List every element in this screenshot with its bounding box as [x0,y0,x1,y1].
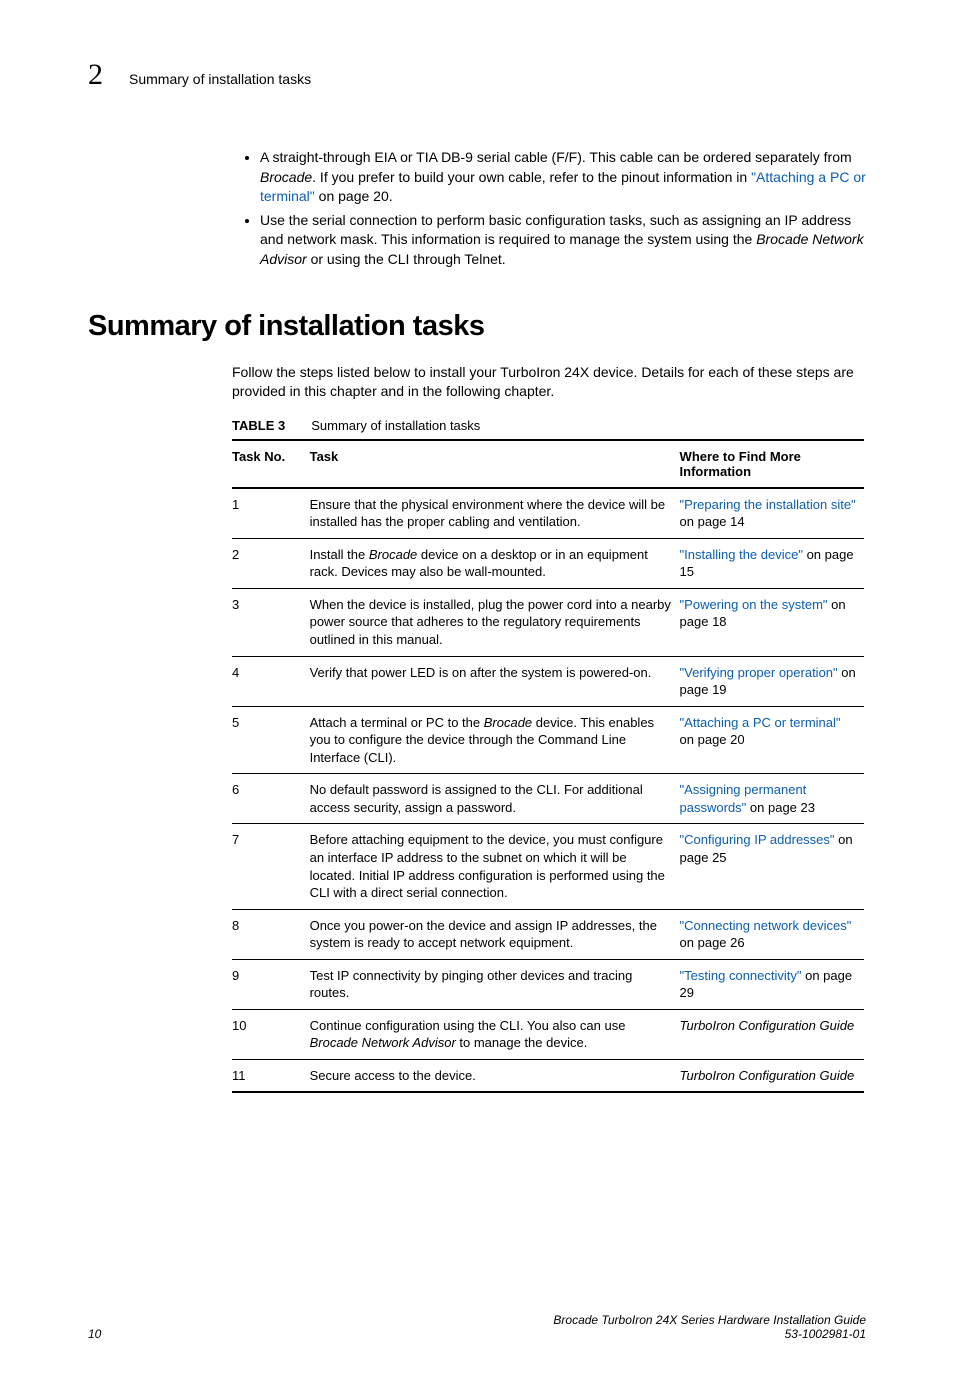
task-info: TurboIron Configuration Guide [680,1009,864,1059]
table-row: 1 Ensure that the physical environment w… [232,488,864,539]
task-desc: Ensure that the physical environment whe… [310,488,680,539]
task-info: "Testing connectivity" on page 29 [680,959,864,1009]
table-row: 3 When the device is installed, plug the… [232,588,864,656]
task-desc: Attach a terminal or PC to the Brocade d… [310,706,680,774]
task-number: 9 [232,959,310,1009]
table-row: 10 Continue configuration using the CLI.… [232,1009,864,1059]
brand-name: Brocade Network Advisor [310,1035,456,1050]
xref-link[interactable]: "Testing connectivity" [680,968,802,983]
table-row: 2 Install the Brocade device on a deskto… [232,538,864,588]
task-number: 6 [232,774,310,824]
table-row: 4 Verify that power LED is on after the … [232,656,864,706]
task-desc: Before attaching equipment to the device… [310,824,680,909]
bullet-item: A straight-through EIA or TIA DB-9 seria… [260,148,866,207]
task-desc: Test IP connectivity by pinging other de… [310,959,680,1009]
table-caption: TABLE 3 Summary of installation tasks [232,418,866,433]
running-header: 2 Summary of installation tasks [88,58,866,92]
task-number: 11 [232,1059,310,1092]
task-info: "Connecting network devices" on page 26 [680,909,864,959]
page-ref: on page 14 [680,514,745,529]
task-number: 5 [232,706,310,774]
xref-link[interactable]: "Powering on the system" [680,597,828,612]
table-row: 11 Secure access to the device. TurboIro… [232,1059,864,1092]
xref-link[interactable]: "Installing the device" [680,547,803,562]
table-caption-text: Summary of installation tasks [311,418,480,433]
brand-name: Brocade [484,715,532,730]
col-header-task-no: Task No. [232,440,310,488]
task-info: "Powering on the system" on page 18 [680,588,864,656]
task-info: "Attaching a PC or terminal" on page 20 [680,706,864,774]
bullet-text: on page 20. [315,188,393,204]
task-desc: When the device is installed, plug the p… [310,588,680,656]
task-info: "Verifying proper operation" on page 19 [680,656,864,706]
table-row: 7 Before attaching equipment to the devi… [232,824,864,909]
col-header-task: Task [310,440,680,488]
intro-paragraph: Follow the steps listed below to install… [232,363,866,402]
page-footer: 10 Brocade TurboIron 24X Series Hardware… [88,1313,866,1341]
page-ref: on page 26 [680,935,745,950]
table-header-row: Task No. Task Where to Find More Informa… [232,440,864,488]
table-row: 6 No default password is assigned to the… [232,774,864,824]
page-ref: on page 23 [746,800,815,815]
task-desc: Secure access to the device. [310,1059,680,1092]
task-desc: No default password is assigned to the C… [310,774,680,824]
task-desc: Once you power-on the device and assign … [310,909,680,959]
task-number: 1 [232,488,310,539]
xref-link[interactable]: "Preparing the installation site" [680,497,856,512]
bullet-text: A straight-through EIA or TIA DB-9 seria… [260,149,852,165]
installation-tasks-table: Task No. Task Where to Find More Informa… [232,439,864,1094]
page-number: 10 [88,1327,101,1341]
task-info: "Configuring IP addresses" on page 25 [680,824,864,909]
page: 2 Summary of installation tasks A straig… [0,0,954,1391]
task-number: 8 [232,909,310,959]
task-desc: Install the Brocade device on a desktop … [310,538,680,588]
task-number: 7 [232,824,310,909]
section-heading: Summary of installation tasks [88,310,866,343]
bullet-text: or using the CLI through Telnet. [307,251,506,267]
table-row: 5 Attach a terminal or PC to the Brocade… [232,706,864,774]
task-desc: Verify that power LED is on after the sy… [310,656,680,706]
brand-name: Brocade [369,547,417,562]
col-header-info: Where to Find More Information [680,440,864,488]
bullet-item: Use the serial connection to perform bas… [260,211,866,270]
task-info: "Installing the device" on page 15 [680,538,864,588]
task-info: "Preparing the installation site" on pag… [680,488,864,539]
task-number: 2 [232,538,310,588]
task-info: TurboIron Configuration Guide [680,1059,864,1092]
page-ref: on page 20 [680,732,745,747]
table-row: 8 Once you power-on the device and assig… [232,909,864,959]
table-row: 9 Test IP connectivity by pinging other … [232,959,864,1009]
table-label: TABLE 3 [232,418,285,433]
bullet-text: . If you prefer to build your own cable,… [312,169,751,185]
xref-link[interactable]: "Attaching a PC or terminal" [680,715,841,730]
task-number: 10 [232,1009,310,1059]
task-desc: Continue configuration using the CLI. Yo… [310,1009,680,1059]
intro-bullets: A straight-through EIA or TIA DB-9 seria… [244,148,866,270]
task-number: 4 [232,656,310,706]
task-number: 3 [232,588,310,656]
guide-title: Brocade TurboIron 24X Series Hardware In… [553,1313,866,1341]
xref-link[interactable]: "Verifying proper operation" [680,665,838,680]
xref-link[interactable]: "Configuring IP addresses" [680,832,835,847]
chapter-number: 2 [88,58,103,92]
xref-link[interactable]: "Connecting network devices" [680,918,852,933]
brand-name: Brocade [260,169,312,185]
task-info: "Assigning permanent passwords" on page … [680,774,864,824]
chapter-title: Summary of installation tasks [129,71,311,87]
